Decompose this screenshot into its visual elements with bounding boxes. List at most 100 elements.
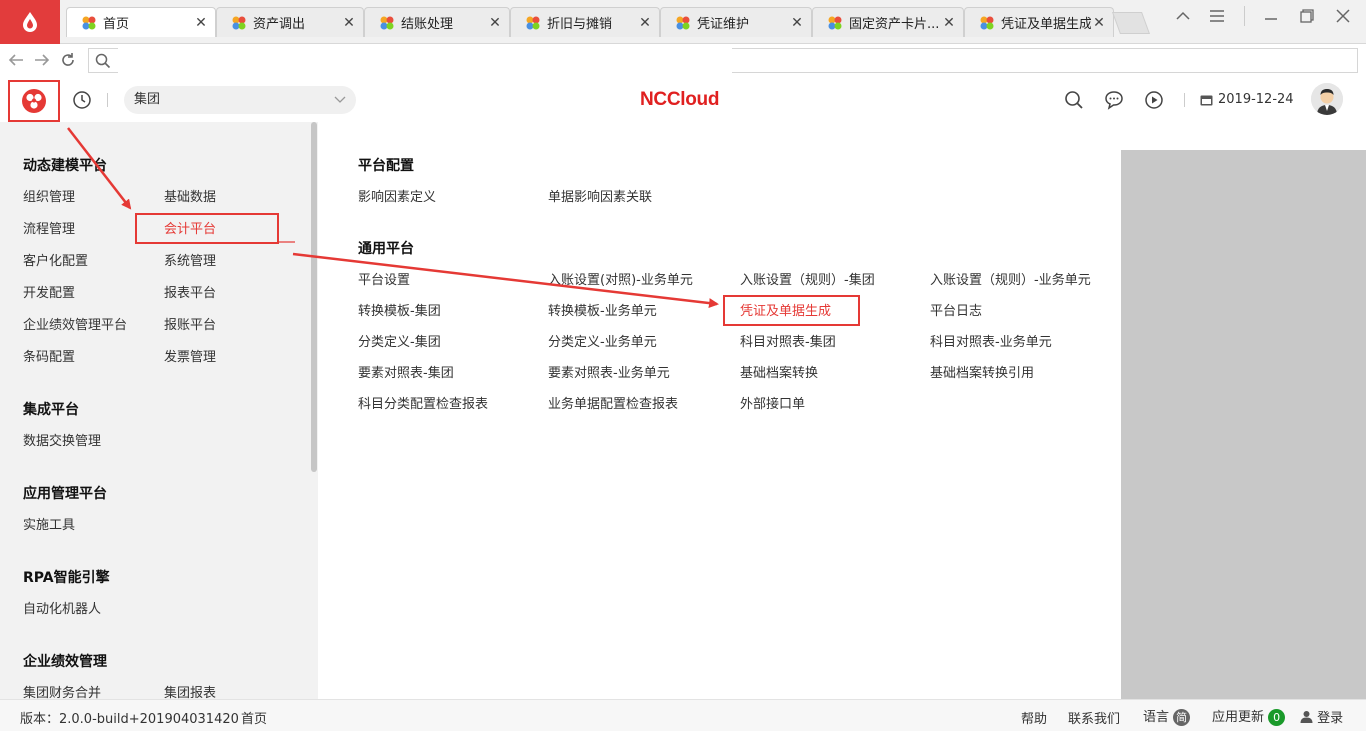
close-icon[interactable]: ✕ xyxy=(941,15,957,31)
refresh-icon[interactable] xyxy=(58,50,78,70)
submenu-item[interactable]: 平台日志 xyxy=(930,300,982,319)
tab-title: 凭证维护 xyxy=(697,17,750,32)
user-icon xyxy=(1300,711,1313,723)
app-menu-button[interactable] xyxy=(8,80,60,122)
menu-item[interactable]: 实施工具 xyxy=(23,514,75,533)
section-title: 通用平台 xyxy=(358,241,414,257)
tab-home[interactable]: 首页 ✕ xyxy=(66,7,216,37)
close-icon[interactable]: ✕ xyxy=(637,15,653,31)
scrollbar-thumb[interactable] xyxy=(311,122,317,472)
submenu-item[interactable]: 转换模板-集团 xyxy=(358,300,441,319)
close-window-icon[interactable] xyxy=(1328,6,1358,26)
url-dropdown-blank xyxy=(118,44,732,76)
app-update[interactable]: 应用更新 0 xyxy=(1212,706,1286,726)
menu-item[interactable]: 条码配置 xyxy=(23,346,75,365)
menu-icon[interactable] xyxy=(1202,6,1232,26)
submenu-item[interactable]: 入账设置(对照)-业务单元 xyxy=(548,269,693,288)
menu-item[interactable]: 报账平台 xyxy=(164,314,216,333)
menu-item[interactable]: 系统管理 xyxy=(164,250,216,269)
submenu-item[interactable]: 基础档案转换 xyxy=(740,362,818,381)
tab-voucher-maintenance[interactable]: 凭证维护 ✕ xyxy=(660,7,812,37)
submenu-item[interactable]: 要素对照表-集团 xyxy=(358,362,454,381)
menu-item[interactable]: 客户化配置 xyxy=(23,250,88,269)
submenu-item[interactable]: 业务单据配置检查报表 xyxy=(548,393,678,412)
search-icon[interactable] xyxy=(1064,90,1084,110)
divider xyxy=(107,93,108,107)
minimize-icon[interactable] xyxy=(1256,6,1286,26)
menu-item[interactable]: 数据交换管理 xyxy=(23,430,101,449)
app-flower-icon xyxy=(526,16,540,29)
submenu-item[interactable]: 外部接口单 xyxy=(740,393,805,412)
tab-depreciation[interactable]: 折旧与摊销 ✕ xyxy=(510,7,660,37)
submenu-item[interactable]: 科目对照表-集团 xyxy=(740,331,836,350)
tab-title: 首页 xyxy=(103,17,130,32)
restore-icon[interactable] xyxy=(1292,6,1322,26)
submenu-item[interactable]: 基础档案转换引用 xyxy=(930,362,1034,381)
menu-item[interactable]: 集团报表 xyxy=(164,682,216,699)
tab-title: 凭证及单据生成 xyxy=(1001,17,1091,32)
submenu-item[interactable]: 转换模板-业务单元 xyxy=(548,300,657,319)
tab-closing[interactable]: 结账处理 ✕ xyxy=(364,7,510,37)
menu-item[interactable]: 开发配置 xyxy=(23,282,75,301)
language-switch[interactable]: 语言 简 xyxy=(1143,706,1191,726)
avatar[interactable] xyxy=(1311,83,1343,115)
update-count-badge: 0 xyxy=(1268,709,1286,726)
language-label: 语言 xyxy=(1143,710,1170,725)
submenu-panel: 平台配置 影响因素定义 单据影响因素关联 通用平台 平台设置 入账设置(对照)-… xyxy=(318,122,1121,699)
tab-fixed-asset-card[interactable]: 固定资产卡片... ✕ xyxy=(812,7,964,37)
divider xyxy=(1244,6,1245,26)
back-icon[interactable] xyxy=(6,50,26,70)
menu-item[interactable]: 集团财务合并 xyxy=(23,682,101,699)
submenu-item[interactable]: 单据影响因素关联 xyxy=(548,186,652,205)
clock-icon[interactable] xyxy=(72,90,92,110)
close-icon[interactable]: ✕ xyxy=(487,15,503,31)
menu-group-title: 企业绩效管理 xyxy=(23,654,107,670)
play-icon[interactable] xyxy=(1144,90,1164,110)
browser-logo-icon[interactable] xyxy=(0,0,60,44)
business-date[interactable]: 2019-12-24 xyxy=(1200,92,1294,107)
tab-asset-transfer[interactable]: 资产调出 ✕ xyxy=(216,7,364,37)
org-select[interactable]: 集团 xyxy=(124,86,356,114)
home-link[interactable]: 首页 xyxy=(241,708,267,727)
close-icon[interactable]: ✕ xyxy=(1091,15,1107,31)
submenu-item[interactable]: 平台设置 xyxy=(358,269,410,288)
highlight-box xyxy=(135,213,279,244)
highlight-box xyxy=(723,295,860,326)
close-icon[interactable]: ✕ xyxy=(193,15,209,31)
menu-item[interactable]: 流程管理 xyxy=(23,218,75,237)
login-link[interactable]: 登录 xyxy=(1300,707,1343,726)
tab-title: 结账处理 xyxy=(401,17,454,32)
menu-item[interactable]: 基础数据 xyxy=(164,186,216,205)
submenu-item[interactable]: 分类定义-集团 xyxy=(358,331,441,350)
forward-icon[interactable] xyxy=(32,50,52,70)
login-label: 登录 xyxy=(1317,711,1344,726)
contact-link[interactable]: 联系我们 xyxy=(1068,708,1120,727)
submenu-item[interactable]: 入账设置（规则）-集团 xyxy=(740,269,875,288)
collapse-icon[interactable] xyxy=(1168,6,1198,26)
chevron-down-icon xyxy=(334,86,346,114)
submenu-item[interactable]: 科目对照表-业务单元 xyxy=(930,331,1052,350)
brand-logo: NCCloud xyxy=(640,89,720,110)
menu-item[interactable]: 报表平台 xyxy=(164,282,216,301)
menu-item[interactable]: 组织管理 xyxy=(23,186,75,205)
submenu-item[interactable]: 分类定义-业务单元 xyxy=(548,331,657,350)
submenu-item[interactable]: 科目分类配置检查报表 xyxy=(358,393,488,412)
help-link[interactable]: 帮助 xyxy=(1021,708,1047,727)
submenu-item[interactable]: 影响因素定义 xyxy=(358,186,436,205)
submenu-item[interactable]: 入账设置（规则）-业务单元 xyxy=(930,269,1091,288)
app-flower-icon xyxy=(380,16,394,29)
tab-title: 资产调出 xyxy=(253,17,306,32)
close-icon[interactable]: ✕ xyxy=(341,15,357,31)
menu-item[interactable]: 发票管理 xyxy=(164,346,216,365)
close-icon[interactable]: ✕ xyxy=(789,15,805,31)
tab-title: 折旧与摊销 xyxy=(547,17,613,32)
message-icon[interactable] xyxy=(1104,90,1124,110)
new-tab-button[interactable] xyxy=(1111,12,1151,34)
submenu-item[interactable]: 要素对照表-业务单元 xyxy=(548,362,670,381)
calendar-icon xyxy=(1200,95,1213,105)
menu-item[interactable]: 自动化机器人 xyxy=(23,598,101,617)
tab-voucher-generation[interactable]: 凭证及单据生成 ✕ xyxy=(964,7,1114,37)
left-menu-scrollbar[interactable] xyxy=(310,122,318,699)
menu-group-title: RPA智能引擎 xyxy=(23,570,110,586)
menu-item[interactable]: 企业绩效管理平台 xyxy=(23,314,127,333)
